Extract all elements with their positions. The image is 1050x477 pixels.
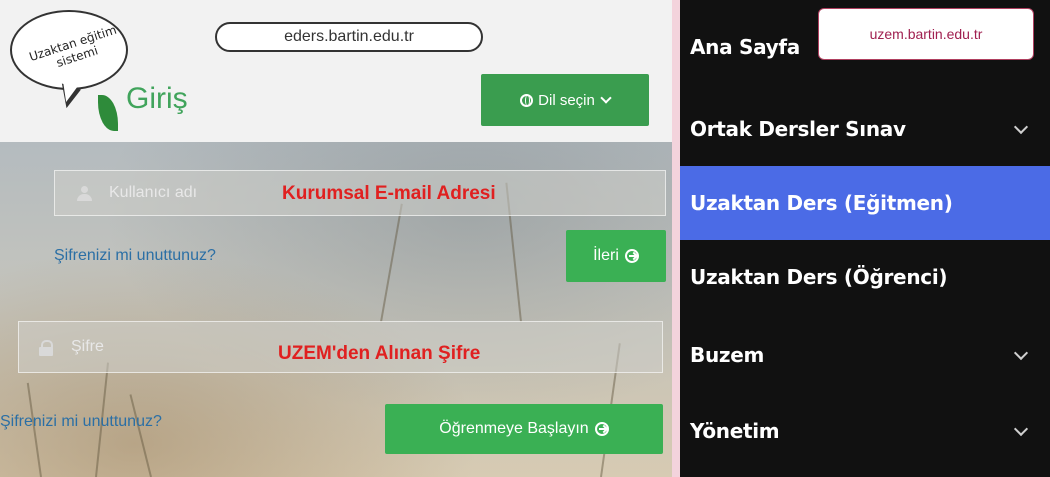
forgot-password-link[interactable]: Şifrenizi mi unuttunuz? [54, 247, 216, 265]
globe-icon [520, 93, 534, 107]
language-button-label: Dil seçin [538, 91, 595, 109]
username-placeholder: Kullanıcı adı [109, 184, 198, 201]
callout-bubble: Uzaktan eğitim sistemi [10, 10, 128, 90]
menu-item-label: Ana Sayfa [690, 35, 800, 59]
menu-item-ortak-dersler-sinav[interactable]: Ortak Dersler Sınav [680, 92, 1050, 166]
start-learning-button[interactable]: Öğrenmeye Başlayın [385, 404, 663, 454]
password-placeholder: Şifre [71, 338, 104, 355]
eders-url-label: eders.bartin.edu.tr [215, 22, 483, 52]
menu-item-uzaktan-ders-egitmen[interactable]: Uzaktan Ders (Eğitmen) [680, 166, 1050, 240]
menu-item-label: Buzem [690, 343, 765, 367]
menu-item-label: Ortak Dersler Sınav [690, 117, 906, 141]
menu-item-label: Yönetim [690, 419, 780, 443]
password-note: UZEM'den Alınan Şifre [278, 343, 481, 364]
chevron-down-icon [1013, 421, 1029, 437]
menu-item-label: Uzaktan Ders (Öğrenci) [690, 265, 948, 289]
login-title: Giriş [126, 82, 188, 115]
arrow-circle-right-icon [594, 422, 609, 436]
chevron-down-icon [600, 92, 612, 104]
chevron-down-icon [1013, 345, 1029, 361]
language-button[interactable]: Dil seçin [481, 74, 649, 126]
uzem-url-label: uzem.bartin.edu.tr [818, 8, 1034, 60]
nav-menu-panel: Ana Sayfa Ortak Dersler Sınav Uzaktan De… [680, 0, 1050, 477]
arrow-circle-right-icon [624, 249, 639, 263]
menu-item-buzem[interactable]: Buzem [680, 318, 1050, 392]
start-learning-button-label: Öğrenmeye Başlayın [439, 420, 589, 437]
login-panel: Uzaktan eğitim sistemi eders.bartin.edu.… [0, 0, 672, 477]
username-note: Kurumsal E-mail Adresi [282, 183, 496, 204]
callout-text: Uzaktan eğitim sistemi [27, 22, 119, 70]
menu-item-uzaktan-ders-ogrenci[interactable]: Uzaktan Ders (Öğrenci) [680, 240, 1050, 314]
user-icon [77, 186, 92, 201]
menu-item-label: Uzaktan Ders (Eğitmen) [690, 191, 953, 215]
chevron-down-icon [1013, 119, 1029, 135]
lock-icon [39, 340, 53, 356]
forgot-password-link-2[interactable]: Şifrenizi mi unuttunuz? [0, 413, 162, 431]
menu-item-yonetim[interactable]: Yönetim [680, 394, 1050, 468]
next-button-label: İleri [593, 247, 619, 264]
next-button[interactable]: İleri [566, 230, 666, 282]
